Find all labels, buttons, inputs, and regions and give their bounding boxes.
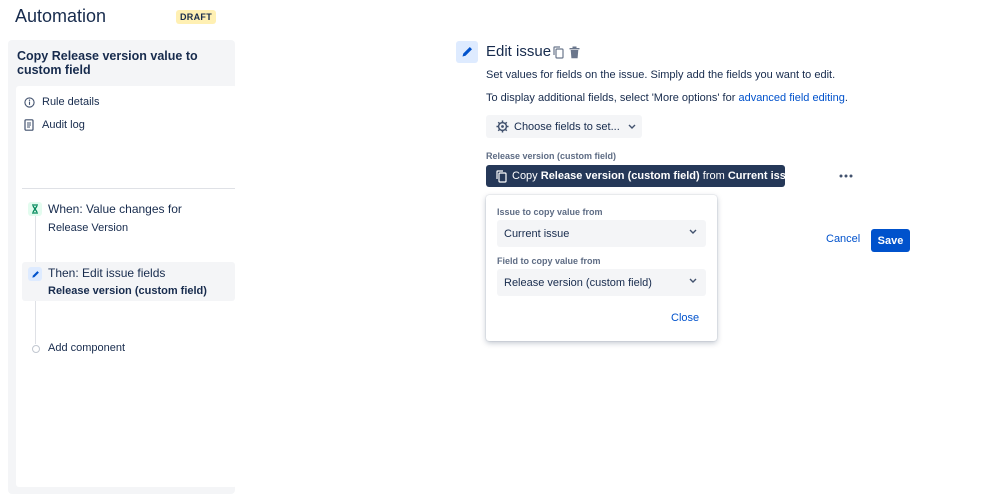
copy-value-chip[interactable]: Copy Release version (custom field) from…	[486, 165, 799, 187]
trigger-icon	[28, 202, 42, 216]
issue-select-value: Current issue	[504, 227, 570, 240]
chevron-down-icon	[689, 278, 697, 283]
save-button[interactable]: Save	[871, 229, 910, 252]
copy-icon[interactable]	[552, 45, 564, 59]
nav-label: Audit log	[42, 119, 85, 131]
chevron-down-icon	[628, 124, 636, 129]
divider	[22, 188, 235, 189]
description-suffix: .	[844, 92, 848, 104]
field-select[interactable]: Release version (custom field)	[497, 269, 706, 296]
step-title: Then: Edit issue fields	[48, 266, 166, 280]
pencil-icon	[28, 267, 42, 281]
step-action[interactable]: Then: Edit issue fields Release version …	[22, 262, 235, 301]
component-title: Edit issue	[486, 43, 552, 60]
step-subtitle: Release Version	[48, 222, 129, 234]
description-line-1: Set values for fields on the issue. Simp…	[486, 69, 836, 81]
chip-source: Current issue	[727, 170, 799, 182]
chip-field: Release version (custom field)	[540, 170, 700, 182]
gear-icon	[496, 120, 509, 133]
document-icon	[16, 119, 42, 131]
choose-fields-button[interactable]: Choose fields to set...	[486, 115, 642, 138]
pencil-icon	[456, 41, 478, 63]
trash-icon[interactable]	[568, 45, 580, 59]
description-text: To display additional fields, select 'Mo…	[486, 92, 739, 104]
page-title: Automation	[15, 6, 107, 26]
step-title: When: Value changes for	[48, 202, 182, 216]
rule-components-panel: Rule details Audit log When: Value chang…	[16, 86, 237, 487]
advanced-field-editing-link[interactable]: advanced field editing	[738, 92, 844, 104]
info-icon	[16, 96, 42, 108]
chip-prefix: Copy	[512, 170, 538, 182]
field-select-value: Release version (custom field)	[504, 276, 652, 289]
nav-label: Rule details	[42, 96, 100, 108]
cancel-button[interactable]: Cancel	[826, 233, 860, 245]
close-button[interactable]: Close	[671, 312, 699, 324]
copy-options-popup: Issue to copy value from Current issue F…	[486, 195, 717, 341]
step-subtitle: Release version (custom field)	[48, 285, 207, 297]
step-trigger[interactable]: When: Value changes for Release Version	[22, 200, 235, 242]
rule-sidebar: Copy Release version value to custom fie…	[8, 40, 237, 494]
nav-rule-details[interactable]: Rule details	[16, 93, 99, 111]
choose-fields-label: Choose fields to set...	[514, 120, 620, 133]
field-select-label: Field to copy value from	[497, 256, 601, 266]
rule-name: Copy Release version value to custom fie…	[17, 49, 198, 77]
chevron-down-icon	[689, 229, 697, 234]
add-dot-icon	[32, 345, 40, 353]
nav-audit-log[interactable]: Audit log	[16, 116, 85, 134]
status-badge: DRAFT	[176, 10, 216, 24]
chip-middle: from	[699, 170, 728, 182]
add-component-label: Add component	[48, 342, 126, 354]
issue-select[interactable]: Current issue	[497, 220, 706, 247]
field-label: Release version (custom field)	[486, 151, 617, 161]
issue-select-label: Issue to copy value from	[497, 207, 603, 217]
copy-icon	[496, 169, 507, 183]
description-line-2: To display additional fields, select 'Mo…	[486, 92, 848, 104]
more-options-icon[interactable]	[838, 168, 854, 184]
